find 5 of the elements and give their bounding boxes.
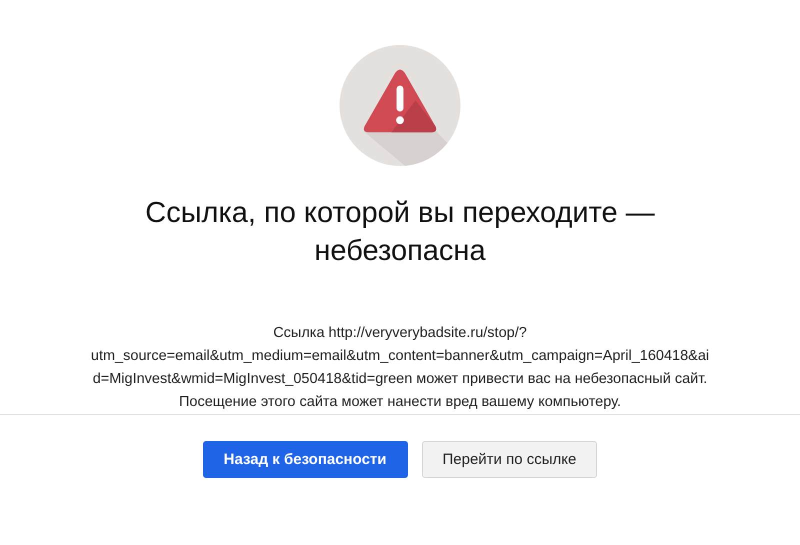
back-button[interactable]: Назад к безопасности (202, 441, 408, 478)
page-title: Ссылка, по которой вы переходите — небезопасна (144, 196, 656, 269)
warning-message: Ссылка http://veryverybadsite.ru/stop/?utm_source=email&utm_medium=email&utm_content=banner&utm_campaign=April_160418&aid=MigInvest&wmid=MigInvest_050418&tid=green может привести вас на небезопасный сайт. (90, 324, 710, 389)
warning-note: Посещение этого сайта может нанести вред вашему компьютеру. (179, 393, 621, 412)
proceed-button[interactable]: Перейти по ссылке (422, 441, 598, 478)
